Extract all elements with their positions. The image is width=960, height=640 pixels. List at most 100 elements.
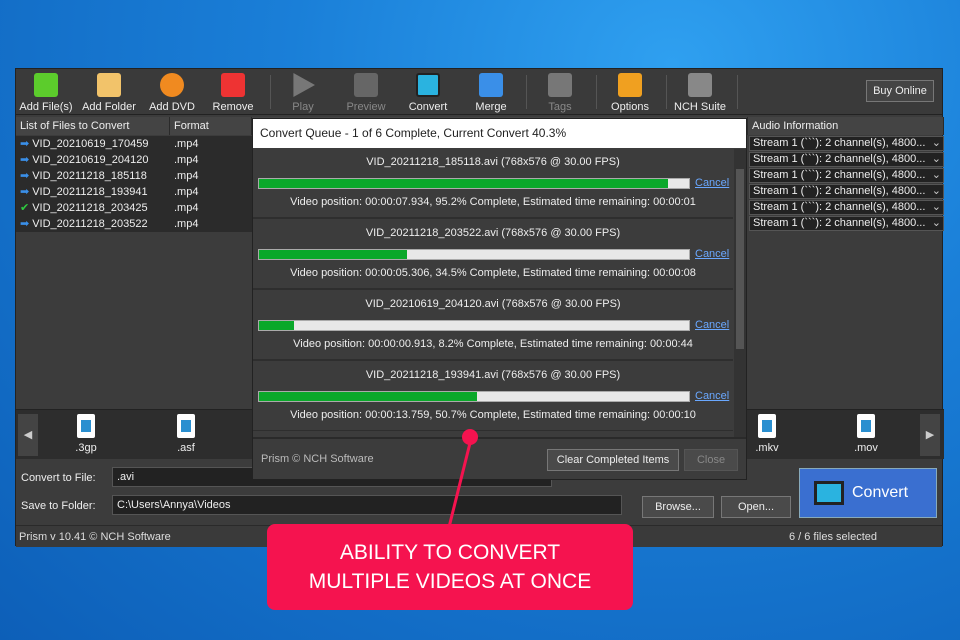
progress-fill	[259, 179, 669, 188]
cancel-link[interactable]: Cancel	[695, 319, 729, 331]
audio-stream-select[interactable]: Stream 1 (```): 2 channel(s), 4800... ⌄	[749, 216, 944, 231]
format-mov[interactable]: .mov	[846, 414, 886, 454]
format-mkv[interactable]: .mkv	[747, 414, 787, 454]
file-format: .mp4	[174, 138, 199, 150]
close-button[interactable]: Close	[684, 449, 738, 471]
dialog-footer-text: Prism © NCH Software	[261, 453, 374, 465]
arrow-right-icon: ➡	[20, 170, 30, 182]
callout-line-2: MULTIPLE VIDEOS AT ONCE	[308, 570, 592, 593]
dialog-title: Convert Queue - 1 of 6 Complete, Current…	[253, 119, 746, 148]
format-3gp[interactable]: .3gp	[66, 414, 106, 454]
file-name: ➡ VID_20210619_204120	[20, 154, 149, 166]
column-header-audio[interactable]: Audio Information	[748, 117, 944, 135]
file-format: .mp4	[174, 202, 199, 214]
toolbar-separator	[596, 75, 597, 109]
toolbar-separator	[666, 75, 667, 109]
convert-toolbar-button[interactable]: Convert	[398, 71, 458, 113]
queue-item-name: VID_20211218_185118.avi (768x576 @ 30.00…	[366, 156, 620, 168]
tags-button[interactable]: Tags	[530, 71, 590, 113]
buy-online-button[interactable]: Buy Online	[866, 80, 934, 102]
scrollbar-thumb[interactable]	[736, 169, 744, 349]
add-folder-button[interactable]: Add Folder	[79, 71, 139, 113]
chevron-down-icon: ⌄	[931, 201, 941, 213]
convert-to-label: Convert to File:	[21, 472, 96, 484]
queue-list: VID_20211218_185118.avi (768x576 @ 30.00…	[253, 148, 733, 431]
convert-icon	[416, 73, 440, 97]
preview-icon	[354, 73, 378, 97]
merge-icon	[479, 73, 503, 97]
progress-bar	[258, 391, 690, 402]
toolbar-separator	[737, 75, 738, 109]
progress-fill	[259, 321, 295, 330]
remove-button[interactable]: Remove	[203, 71, 263, 113]
file-format: .mp4	[174, 154, 199, 166]
folder-icon	[97, 73, 121, 97]
convert-queue-dialog: Convert Queue - 1 of 6 Complete, Current…	[252, 118, 747, 480]
suite-icon	[688, 73, 712, 97]
toolbar-separator	[270, 75, 271, 109]
clear-completed-button[interactable]: Clear Completed Items	[547, 449, 679, 471]
open-button[interactable]: Open...	[721, 496, 791, 518]
queue-item: VID_20211218_193941.avi (768x576 @ 30.00…	[253, 361, 733, 431]
queue-item-name: VID_20211218_193941.avi (768x576 @ 30.00…	[365, 369, 621, 381]
arrow-right-icon: ➡	[20, 186, 30, 198]
toolbar: Add File(s) Add Folder Add DVD Remove Pl…	[16, 69, 942, 115]
video-file-icon	[177, 414, 195, 438]
callout-line-1: ABILITY TO CONVERT	[339, 541, 561, 564]
file-name: ➡ VID_20211218_203522	[20, 218, 148, 230]
arrow-right-icon: ➡	[20, 138, 30, 150]
queue-scrollbar[interactable]	[734, 149, 746, 437]
add-files-button[interactable]: Add File(s)	[16, 71, 76, 113]
queue-item-status: Video position: 00:00:13.759, 50.7% Comp…	[290, 409, 696, 421]
audio-stream-select[interactable]: Stream 1 (```): 2 channel(s), 4800... ⌄	[749, 184, 944, 199]
dialog-footer: Prism © NCH Software Clear Completed Ite…	[253, 437, 746, 481]
queue-item-status: Video position: 00:00:05.306, 34.5% Comp…	[290, 267, 696, 279]
column-header-files[interactable]: List of Files to Convert	[16, 117, 170, 135]
chevron-down-icon: ⌄	[931, 185, 941, 197]
nch-suite-button[interactable]: NCH Suite	[670, 71, 730, 113]
file-format: .mp4	[174, 170, 199, 182]
video-file-icon	[758, 414, 776, 438]
chevron-down-icon: ⌄	[931, 169, 941, 181]
progress-fill	[259, 250, 408, 259]
progress-bar	[258, 249, 690, 260]
audio-stream-select[interactable]: Stream 1 (```): 2 channel(s), 4800... ⌄	[749, 136, 944, 151]
chevron-down-icon: ⌄	[931, 217, 941, 229]
callout-banner: ABILITY TO CONVERT MULTIPLE VIDEOS AT ONC…	[267, 524, 633, 610]
column-header-format[interactable]: Format	[170, 117, 252, 135]
convert-button[interactable]: Convert	[799, 468, 937, 518]
preview-button[interactable]: Preview	[336, 71, 396, 113]
progress-fill	[259, 392, 477, 401]
selected-count: 6 / 6 files selected	[788, 531, 877, 543]
add-dvd-button[interactable]: Add DVD	[142, 71, 202, 113]
progress-bar	[258, 178, 690, 189]
strip-right-arrow[interactable]: ▶	[920, 414, 940, 456]
file-name: ➡ VID_20211218_185118	[20, 170, 147, 182]
video-file-icon	[857, 414, 875, 438]
browse-button[interactable]: Browse...	[642, 496, 714, 518]
convert-icon	[814, 481, 844, 505]
file-name: ➡ VID_20210619_170459	[20, 138, 149, 150]
audio-stream-select[interactable]: Stream 1 (```): 2 channel(s), 4800... ⌄	[749, 152, 944, 167]
plus-icon	[34, 73, 58, 97]
strip-left-arrow[interactable]: ◀	[18, 414, 38, 456]
dvd-icon	[160, 73, 184, 97]
queue-item-name: VID_20211218_203522.avi (768x576 @ 30.00…	[365, 227, 621, 239]
merge-button[interactable]: Merge	[461, 71, 521, 113]
chevron-down-icon: ⌄	[931, 153, 941, 165]
cancel-link[interactable]: Cancel	[695, 390, 729, 402]
audio-stream-select[interactable]: Stream 1 (```): 2 channel(s), 4800... ⌄	[749, 200, 944, 215]
cancel-link[interactable]: Cancel	[695, 177, 729, 189]
queue-item-status: Video position: 00:00:00.913, 8.2% Compl…	[293, 338, 693, 350]
file-format: .mp4	[174, 218, 199, 230]
save-to-label: Save to Folder:	[21, 500, 96, 512]
progress-bar	[258, 320, 690, 331]
options-button[interactable]: Options	[600, 71, 660, 113]
cancel-link[interactable]: Cancel	[695, 248, 729, 260]
format-asf[interactable]: .asf	[166, 414, 206, 454]
play-button[interactable]: Play	[273, 71, 333, 113]
queue-item: VID_20210619_204120.avi (768x576 @ 30.00…	[253, 290, 733, 361]
save-to-field[interactable]: C:\Users\Annya\Videos	[112, 495, 622, 515]
wrench-icon	[618, 73, 642, 97]
audio-stream-select[interactable]: Stream 1 (```): 2 channel(s), 4800... ⌄	[749, 168, 944, 183]
